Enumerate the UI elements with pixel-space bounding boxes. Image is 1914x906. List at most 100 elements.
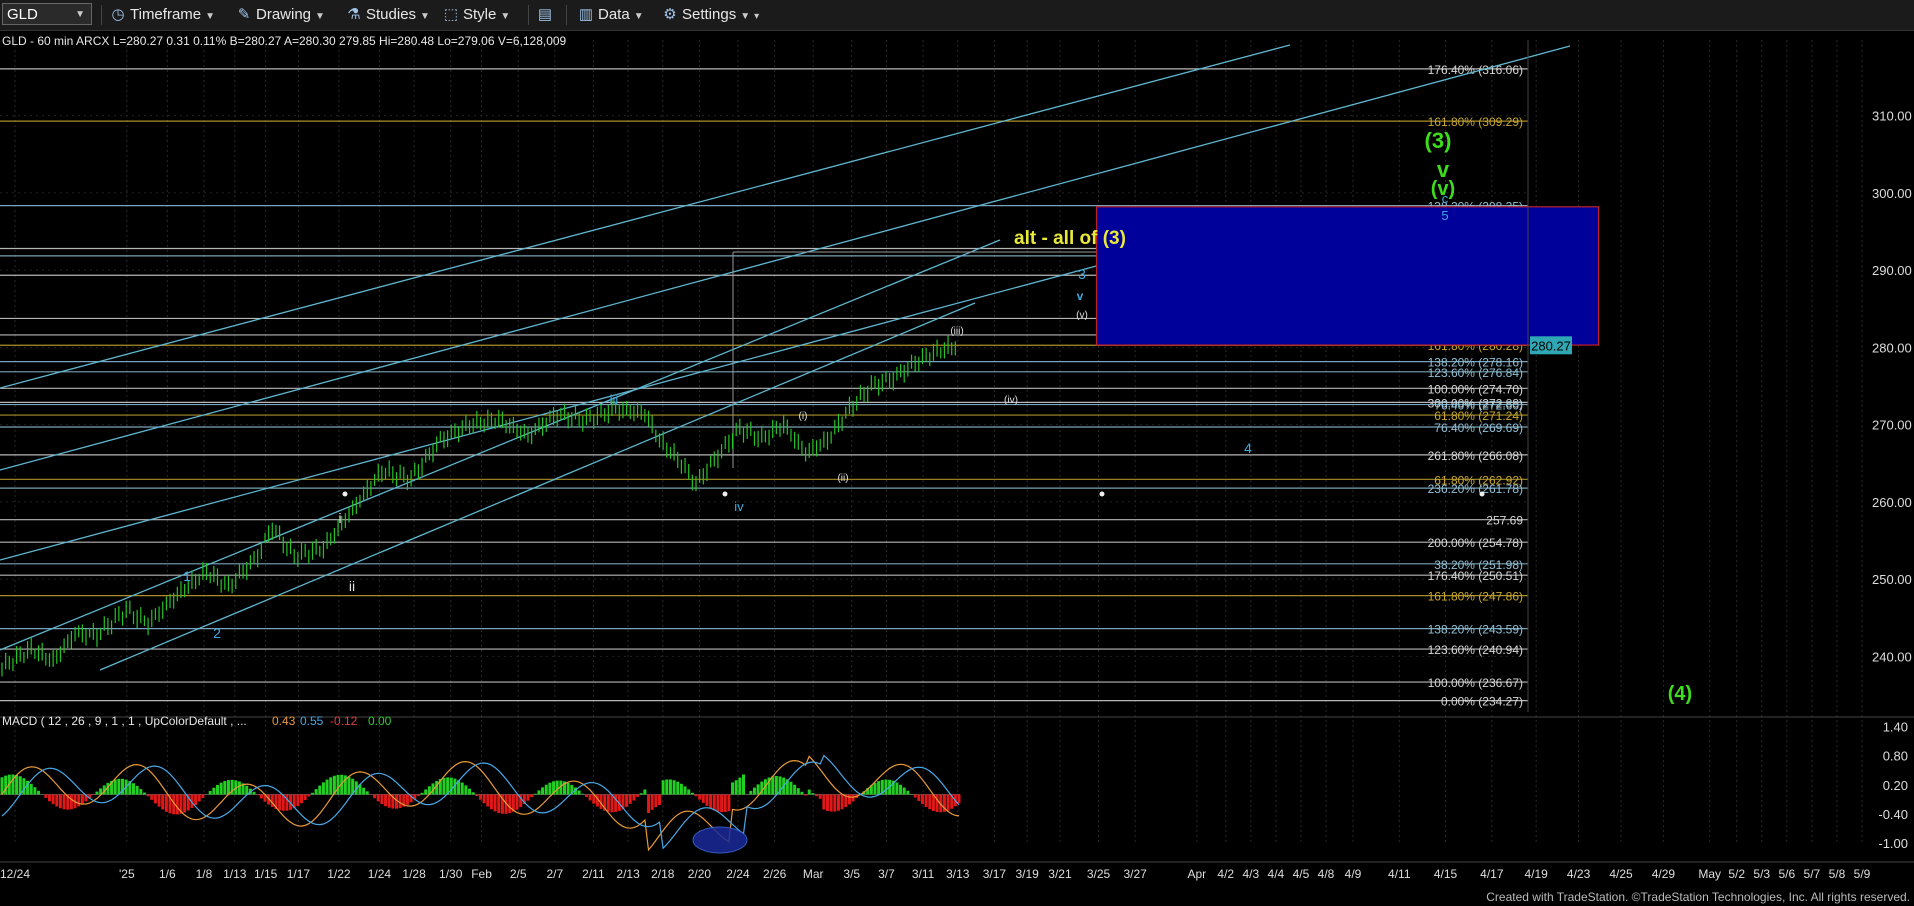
macd-signal-value: 0.55 [300,714,324,728]
trend-line [99,302,976,671]
price-axis: 240.00 250.00 260.00 270.00 280.00 290.00 300.… [1527,40,1912,712]
fib-levels: 176.40% (316.06)161.80% (309.29)138.20% … [0,63,1528,709]
time-tick-label: 2/13 [616,867,640,881]
fib-label: 100.00% (274.70) [1428,382,1523,396]
time-tick-label: 12/24 [0,867,30,881]
symbol-input[interactable]: GLD ▼ [2,3,92,25]
wave-label: c [1442,191,1449,206]
toolbar-divider [566,5,567,25]
layout-icon: ▤ [537,6,553,23]
fib-label: 261.80% (266.08) [1428,449,1523,463]
time-tick-label: 1/28 [402,867,426,881]
clock-icon: ◷ [111,6,125,23]
time-tick-label: 3/25 [1087,867,1111,881]
macd-tick-label: -0.40 [1878,807,1908,822]
pivot-marker [1479,491,1485,497]
time-tick-label: May [1698,867,1721,881]
time-tick-label: 3/13 [946,867,970,881]
chevron-down-icon: ▾ [754,11,760,22]
fib-label: 176.40% (250.51) [1428,569,1523,583]
time-tick-label: 3/17 [983,867,1007,881]
drawing-button[interactable]: ✎ Drawing ▼ [236,4,325,26]
time-axis: 12/24 '25 1/6 1/8 1/13 1/15 1/17 1/22 1/24 1/28 1/… [0,861,1914,881]
price-tick-label: 290.00 [1872,263,1912,278]
time-tick-label: 4/5 [1293,867,1310,881]
fib-label: 123.60% (240.94) [1428,643,1523,657]
fib-label: 138.20% (243.59) [1428,623,1523,637]
time-tick-label: 3/7 [878,867,895,881]
wave-label: alt - all of (3) [1014,228,1126,249]
wave-label: ii [349,578,355,594]
time-tick-label: 2/18 [651,867,675,881]
style-button[interactable]: ⬚ Style ▼ [443,4,510,26]
gear-icon: ⚙ [663,6,677,23]
studies-label: Studies [366,6,417,23]
time-tick-label: 4/15 [1434,867,1458,881]
wave-label: (v) [1076,310,1088,321]
time-tick-label: 3/11 [912,867,935,881]
style-icon: ⬚ [443,6,459,23]
time-tick-label: 5/2 [1728,867,1745,881]
symbol-header: GLD - 60 min ARCX L=280.27 0.31 0.11% B=… [2,34,567,48]
time-tick-label: 5/9 [1854,867,1871,881]
time-tick-label: 1/22 [327,867,351,881]
fib-label: 176.40% (316.06) [1428,63,1523,77]
wave-label: 3 [1078,266,1086,282]
time-tick-label: 2/26 [763,867,787,881]
wave-label: (iii) [950,326,963,337]
fib-label: 0.00% (234.27) [1441,695,1523,709]
time-tick-label: Feb [471,867,492,881]
macd-value: 0.43 [272,714,296,728]
fib-label: 161.80% (247.86) [1428,590,1523,604]
time-tick-label: 1/15 [254,867,278,881]
time-tick-label: 1/6 [159,867,176,881]
time-tick-label: 4/11 [1388,867,1411,881]
time-tick-label: 4/9 [1345,867,1362,881]
macd-zero-value: 0.00 [368,714,392,728]
last-price-label: 280.27 [1531,338,1571,353]
time-tick-label: 5/6 [1778,867,1795,881]
price-tick-label: 310.00 [1872,109,1912,124]
bar-chart-icon: ▥ [578,6,594,23]
wave-label: (4) [1668,683,1692,705]
fib-label: 200.00% (254.78) [1428,536,1523,550]
price-series: 280.27 [1,335,1572,677]
time-tick-label: 4/29 [1652,867,1676,881]
price-chart[interactable]: 176.40% (316.06)161.80% (309.29)138.20% … [0,30,1914,906]
macd-tick-label: 0.20 [1883,778,1908,793]
studies-button[interactable]: ⚗ Studies ▼ [346,4,430,26]
wave-label: iv [734,499,744,514]
chevron-down-icon: ▼ [420,11,430,22]
macd-hist-value: -0.12 [330,714,358,728]
wave-label: 1 [183,568,191,584]
time-tick-label: 2/20 [688,867,712,881]
fib-label: 100.00% (236.67) [1428,676,1523,690]
wave-label: 5 [1441,208,1448,223]
price-tick-label: 270.00 [1872,418,1912,433]
wave-label: v [1077,289,1084,303]
pencil-icon: ✎ [237,6,251,23]
chevron-down-icon: ▼ [75,9,85,20]
data-button[interactable]: ▥ Data ▼ [578,4,644,26]
wave-label: (i) [799,411,808,422]
wave-label: (iv) [1004,395,1018,406]
time-tick-label: '25 [119,867,135,881]
chevron-down-icon: ▼ [205,11,216,22]
macd-label: MACD ( 12 , 26 , 9 , 1 , 1 , UpColorDefa… [2,714,247,728]
time-tick-label: 3/5 [843,867,860,881]
chevron-down-icon: ▼ [500,11,511,22]
chevron-down-icon: ▼ [633,11,644,22]
macd-highlight [692,826,748,854]
wave-label: 4 [1244,440,1252,456]
settings-button[interactable]: ⚙ Settings ▼ ▾ [662,4,759,26]
time-tick-label: 1/17 [287,867,311,881]
footer-credit: Created with TradeStation. ©TradeStation… [1486,890,1910,904]
time-tick-label: 2/11 [582,867,605,881]
time-tick-label: 4/8 [1318,867,1335,881]
price-tick-label: 300.00 [1872,186,1912,201]
wave-label: iii [610,392,619,407]
macd-panel: 1.40 0.80 0.20 -0.40 -1.00 [0,716,1914,854]
layout-button[interactable]: ▤ [537,4,557,26]
toolbar-divider [101,5,102,25]
timeframe-button[interactable]: ◷ Timeframe ▼ [110,4,215,26]
